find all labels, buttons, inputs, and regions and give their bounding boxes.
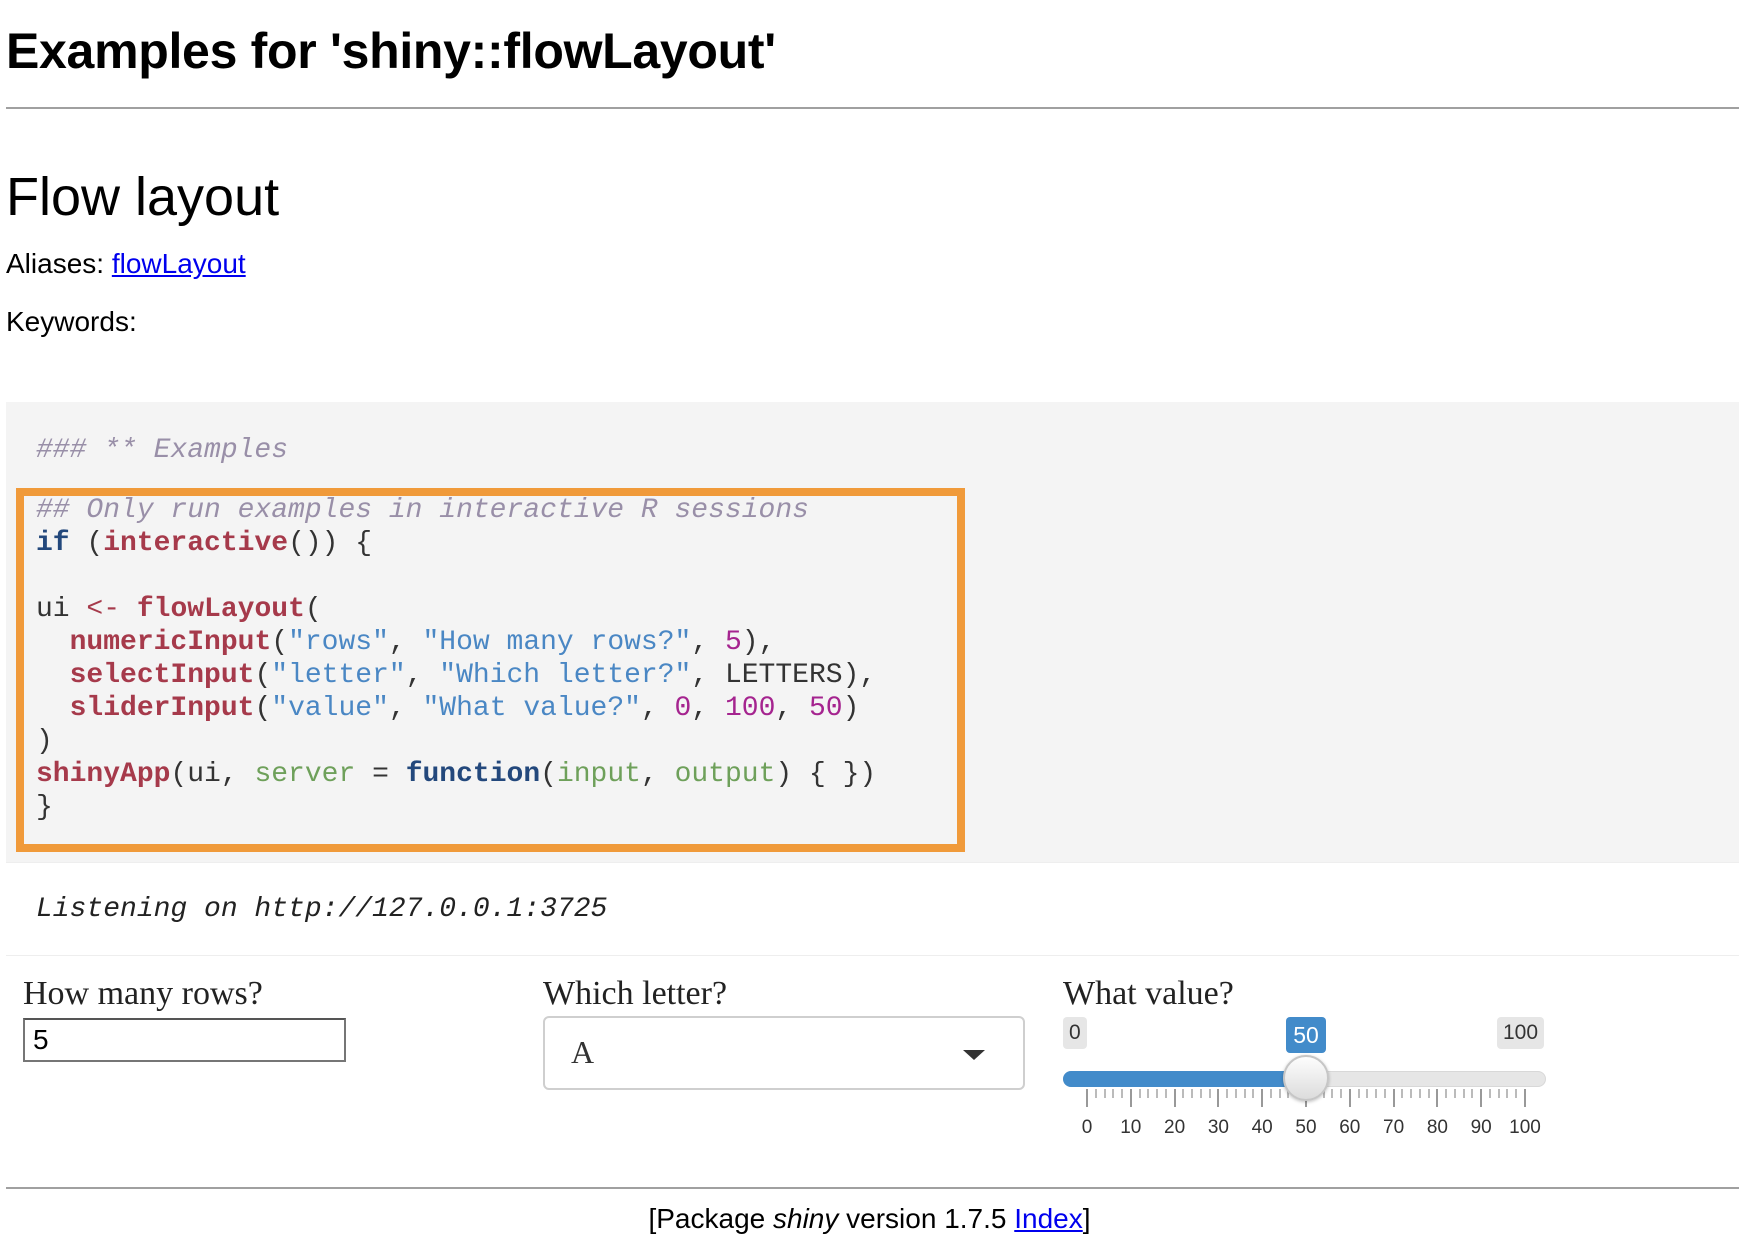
slider-minor-tick (1147, 1089, 1150, 1098)
numeric-input-label: How many rows? (23, 975, 263, 1012)
slider-minor-tick (1401, 1089, 1404, 1098)
slider-major-tick (1436, 1089, 1439, 1107)
aliases-line: Aliases: flowLayout (6, 248, 246, 280)
slider-major-tick (1217, 1089, 1220, 1107)
slider-minor-tick (1278, 1089, 1281, 1098)
header-comment: ### ** Examples (36, 435, 289, 466)
slider-minor-tick (1383, 1089, 1386, 1098)
slider-minor-tick (1121, 1089, 1124, 1098)
slider-minor-tick (1226, 1089, 1229, 1098)
alias-link-flowlayout[interactable]: flowLayout (112, 248, 246, 279)
slider-minor-tick (1331, 1089, 1334, 1098)
slider-minor-tick (1234, 1089, 1237, 1098)
slider-tick-label: 60 (1339, 1117, 1361, 1138)
footer-suffix: ] (1082, 1203, 1091, 1234)
slider-minor-tick (1515, 1089, 1518, 1098)
code-header-comment: ### ** Examples (36, 434, 288, 467)
slider-minor-tick (1462, 1089, 1465, 1098)
slider-tick-label: 40 (1251, 1117, 1273, 1138)
slider-major-tick (1348, 1089, 1351, 1107)
slider-minor-tick (1156, 1089, 1159, 1098)
slider-tick-label: 10 (1120, 1117, 1142, 1138)
caret-down-icon (963, 1050, 985, 1060)
slider-minor-tick (1453, 1089, 1456, 1098)
slider-minor-tick (1103, 1089, 1106, 1098)
top-divider (6, 107, 1739, 109)
footer-package-name: shiny (773, 1203, 839, 1234)
slider-value-label: 50 (1286, 1017, 1326, 1053)
slider-minor-tick (1340, 1089, 1343, 1098)
slider-minor-tick (1252, 1089, 1255, 1098)
select-input-label: Which letter? (543, 975, 728, 1012)
aliases-label: Aliases: (6, 248, 105, 279)
slider-major-tick (1086, 1089, 1088, 1107)
slider-fill (1063, 1071, 1306, 1087)
slider-tick-label: 80 (1426, 1117, 1448, 1138)
slider-tick-label: 30 (1207, 1117, 1229, 1138)
slider-minor-tick (1497, 1089, 1500, 1098)
slider-minor-tick (1191, 1089, 1194, 1098)
page-title: Examples for 'shiny::flowLayout' (6, 23, 776, 79)
console-output: Listening on http://127.0.0.1:3725 (36, 894, 608, 925)
slider-minor-tick (1182, 1089, 1185, 1098)
slider-tick-label: 20 (1164, 1117, 1186, 1138)
slider-minor-tick (1488, 1089, 1491, 1098)
rows-numeric-input[interactable] (23, 1018, 346, 1062)
slider-minor-tick (1366, 1089, 1369, 1098)
slider-major-tick (1480, 1089, 1483, 1107)
slider-tick-label: 70 (1383, 1117, 1405, 1138)
slider-minor-tick (1471, 1089, 1474, 1098)
slider-minor-tick (1427, 1089, 1430, 1098)
slider-tick-label: 100 (1509, 1117, 1541, 1138)
footer-version: version 1.7.5 (838, 1203, 1015, 1234)
slider-major-tick (1261, 1089, 1264, 1107)
slider-major-tick (1173, 1089, 1176, 1107)
slider-tick-label: 90 (1470, 1117, 1492, 1138)
slider-tick-label: 50 (1295, 1117, 1317, 1138)
slider-minor-tick (1418, 1089, 1421, 1098)
slider-minor-tick (1269, 1089, 1272, 1098)
slider-major-tick (1392, 1089, 1395, 1107)
keywords-label: Keywords: (6, 306, 137, 337)
footer: [Package shiny version 1.7.5 Index] (0, 1203, 1739, 1235)
footer-index-link[interactable]: Index (1014, 1203, 1083, 1234)
letter-select[interactable]: A (543, 1016, 1025, 1090)
slider-minor-tick (1357, 1089, 1360, 1098)
slider-minor-tick (1199, 1089, 1202, 1098)
slider-minor-tick (1243, 1089, 1246, 1098)
bottom-divider (6, 1187, 1739, 1189)
slider-min-label: 0 (1063, 1017, 1087, 1049)
section-title: Flow layout (6, 167, 280, 227)
slider-minor-tick (1138, 1089, 1141, 1098)
slider-handle[interactable] (1283, 1055, 1329, 1101)
slider-tick-label: 0 (1081, 1117, 1093, 1138)
slider-minor-tick (1112, 1089, 1115, 1098)
select-selected-value: A (571, 1034, 595, 1070)
slider-major-tick (1524, 1089, 1526, 1107)
slider-minor-tick (1208, 1089, 1211, 1098)
slider-major-tick (1129, 1089, 1132, 1107)
slider-minor-tick (1164, 1089, 1167, 1098)
slider-minor-tick (1445, 1089, 1448, 1098)
slider-minor-tick (1506, 1089, 1509, 1098)
slider-minor-tick (1375, 1089, 1378, 1098)
slider-minor-tick (1410, 1089, 1413, 1098)
slider-minor-tick (1094, 1089, 1097, 1098)
slider-max-label: 100 (1497, 1017, 1545, 1049)
code-highlight-box (16, 488, 965, 852)
slider-input-label: What value? (1063, 975, 1234, 1012)
footer-prefix: [Package (648, 1203, 773, 1234)
